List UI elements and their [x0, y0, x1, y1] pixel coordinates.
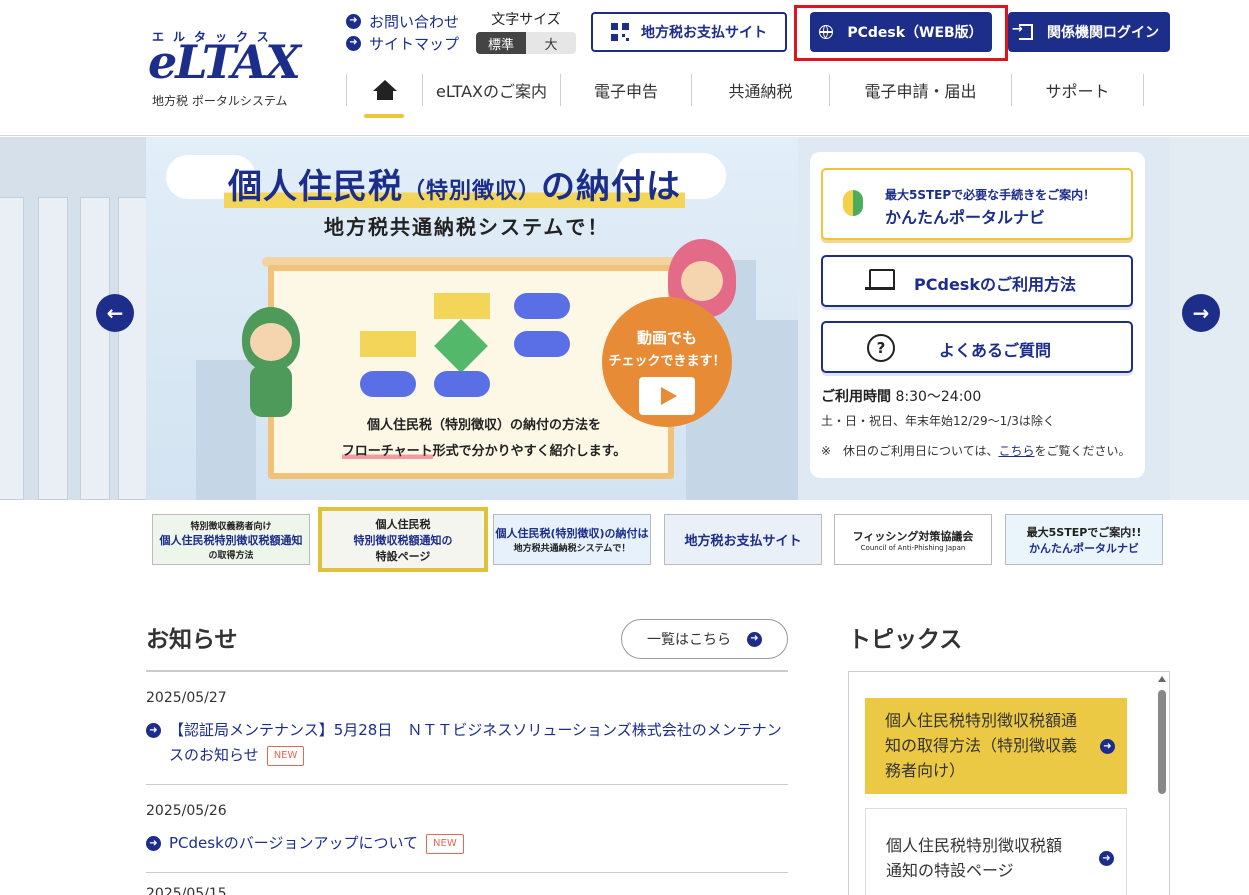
news-heading: お知らせ [146, 627, 238, 653]
logo-text: eLTAX [148, 35, 301, 89]
nav-e-application[interactable]: 電子申請・届出 [829, 74, 1011, 106]
pcdesk-usage-button[interactable]: PCdeskのご利用方法 [821, 255, 1133, 307]
play-icon [639, 377, 695, 415]
contact-link[interactable]: ➜ お問い合わせ [346, 10, 459, 32]
news-date: 2025/05/15 [146, 886, 227, 895]
news-item: 2025/05/27 ➜ 【認証局メンテナンス】5月28日 ＮＴＴビジネスソリュ… [146, 690, 788, 785]
news-link[interactable]: ➜ PCdeskのバージョンアップについて NEW [146, 831, 788, 856]
qr-code-icon [611, 23, 629, 41]
pcdesk-web-label: PCdesk（WEB版） [847, 25, 983, 41]
sitemap-link[interactable]: ➜ サイトマップ [346, 32, 459, 54]
page: エルタックス eLTAX 地方税 ポータルシステム ➜ お問い合わせ ➜ サイト… [0, 0, 1249, 895]
board-description: 個人住民税（特別徴収）の納付の方法を フローチャート形式で分かりやすく紹介します… [341, 418, 627, 459]
arrow-right-icon: → [1192, 301, 1210, 325]
service-hours-note: 土・日・祝日、年末年始12/29～1/3は除く [821, 414, 1055, 428]
banner-tax-notice-special[interactable]: 個人住民税 特別徴収税額通知の 特設ページ [318, 507, 488, 572]
beginner-mark-icon [843, 190, 863, 218]
hero-carousel: 個人住民税（特別徴収）の納付は 地方税共通納税システムで！ 個人住民税（特別徴収… [0, 137, 1249, 500]
arrow-left-icon: ← [106, 301, 124, 325]
arrow-right-icon: ➜ [146, 723, 161, 738]
font-size-switcher: 文字サイズ 標準 大 [476, 10, 576, 54]
agency-login-button[interactable]: 関係機関ログイン [1008, 12, 1170, 52]
new-badge: NEW [426, 834, 464, 854]
arrow-right-icon: ➜ [1100, 739, 1115, 754]
nav-active-indicator [364, 114, 404, 118]
holiday-link[interactable]: こちら [998, 444, 1034, 458]
carousel-prev-button[interactable]: ← [96, 294, 134, 332]
news-date: 2025/05/26 [146, 803, 227, 819]
topics-heading: トピックス [848, 627, 963, 653]
nav-home[interactable] [346, 74, 422, 118]
news-more-button[interactable]: 一覧はこちら ➜ [621, 619, 788, 659]
nav-eltax-guide[interactable]: eLTAXのご案内 [422, 74, 560, 106]
faq-button[interactable]: ? よくあるご質問 [821, 321, 1133, 373]
arrow-right-icon: ➜ [747, 631, 762, 647]
font-size-standard-button[interactable]: 標準 [476, 32, 526, 54]
hero-slide[interactable]: 個人住民税（特別徴収）の納付は 地方税共通納税システムで！ 個人住民税（特別徴収… [146, 137, 798, 500]
news-item: 2025/05/26 ➜ PCdeskのバージョンアップについて NEW [146, 803, 788, 873]
main-nav: eLTAXのご案内 電子申告 共通納税 電子申請・届出 サポート [346, 74, 1144, 118]
pcdesk-web-button[interactable]: PCdesk（WEB版） [810, 12, 992, 52]
nav-common-payment[interactable]: 共通納税 [691, 74, 829, 106]
news-date: 2025/05/27 [146, 690, 227, 706]
eltax-logo[interactable]: エルタックス eLTAX 地方税 ポータルシステム [148, 28, 308, 114]
topic-item[interactable]: 個人住民税特別徴収税額通知の特設ページ ➜ [865, 808, 1127, 895]
contact-link-label: お問い合わせ [369, 12, 460, 31]
logo-subtitle: 地方税 ポータルシステム [152, 94, 288, 108]
tax-payment-site-label: 地方税お支払サイト [641, 25, 767, 41]
new-badge: NEW [266, 746, 305, 766]
banner-anti-phishing[interactable]: フィッシング対策協議会 Council of Anti-Phishing Jap… [834, 514, 992, 565]
font-size-large-button[interactable]: 大 [526, 32, 576, 54]
banner-strip: 特別徴収義務者向け 個人住民税特別徴収税額通知 の取得方法 個人住民税 特別徴収… [152, 507, 1164, 572]
carousel-next-button[interactable]: → [1182, 294, 1220, 332]
news-link[interactable]: ➜ 【認証局メンテナンス】5月28日 ＮＴＴビジネスソリューションズ株式会社のメ… [146, 718, 788, 768]
home-icon [372, 80, 397, 100]
tax-payment-site-button[interactable]: 地方税お支払サイト [591, 12, 787, 52]
nav-support[interactable]: サポート [1011, 74, 1144, 106]
hero-subtitle: 地方税共通納税システムで！ [324, 215, 610, 239]
nav-e-filing[interactable]: 電子申告 [560, 74, 691, 106]
arrow-right-icon: ➜ [146, 836, 161, 851]
video-badge: 動画でも チェックできます！ [602, 297, 732, 427]
topic-item[interactable]: 個人住民税特別徴収税額通知の取得方法（特別徴収義務者向け） ➜ [865, 698, 1127, 794]
mascot-green [236, 307, 306, 417]
quick-access-panel: 最大5STEPで必要な手続きをご案内！ かんたんポータルナビ PCdeskのご利… [810, 152, 1145, 478]
service-hours: ご利用時間 8:30～24:00 [821, 389, 982, 405]
arrow-right-icon: ➜ [1099, 851, 1114, 866]
banner-tax-notice-howto[interactable]: 特別徴収義務者向け 個人住民税特別徴収税額通知 の取得方法 [152, 514, 310, 565]
font-size-label: 文字サイズ [491, 12, 561, 28]
globe-icon [819, 25, 834, 39]
arrow-right-icon: ➜ [346, 13, 361, 29]
scrollbar-thumb[interactable] [1158, 690, 1166, 794]
banner-tax-payment-site[interactable]: 地方税お支払サイト [664, 514, 822, 565]
sitemap-link-label: サイトマップ [369, 34, 460, 53]
agency-login-label: 関係機関ログイン [1047, 25, 1159, 41]
topics-list: 個人住民税特別徴収税額通知の取得方法（特別徴収義務者向け） ➜ 個人住民税特別徴… [848, 671, 1170, 895]
news-item: 2025/05/15 [146, 886, 788, 895]
holiday-note: ※ 休日のご利用日については、こちらをご覧ください。 [821, 444, 1131, 458]
topics-scrollbar[interactable] [1155, 672, 1169, 895]
utility-links: ➜ お問い合わせ ➜ サイトマップ [346, 10, 459, 54]
site-header: エルタックス eLTAX 地方税 ポータルシステム ➜ お問い合わせ ➜ サイト… [0, 0, 1249, 136]
hero-title: 個人住民税（特別徴収）の納付は [224, 159, 686, 208]
login-icon [1012, 22, 1033, 40]
portal-navi-button[interactable]: 最大5STEPで必要な手続きをご案内！ かんたんポータルナビ [821, 168, 1133, 240]
banner-common-payment[interactable]: 個人住民税(特別徴収)の納付は 地方税共通納税システムで！ [493, 514, 651, 565]
news-divider [146, 670, 788, 672]
scroll-up-icon[interactable] [1158, 676, 1166, 682]
arrow-right-icon: ➜ [346, 35, 361, 51]
banner-portal-navi[interactable]: 最大5STEPでご案内!! かんたんポータルナビ [1005, 514, 1163, 565]
